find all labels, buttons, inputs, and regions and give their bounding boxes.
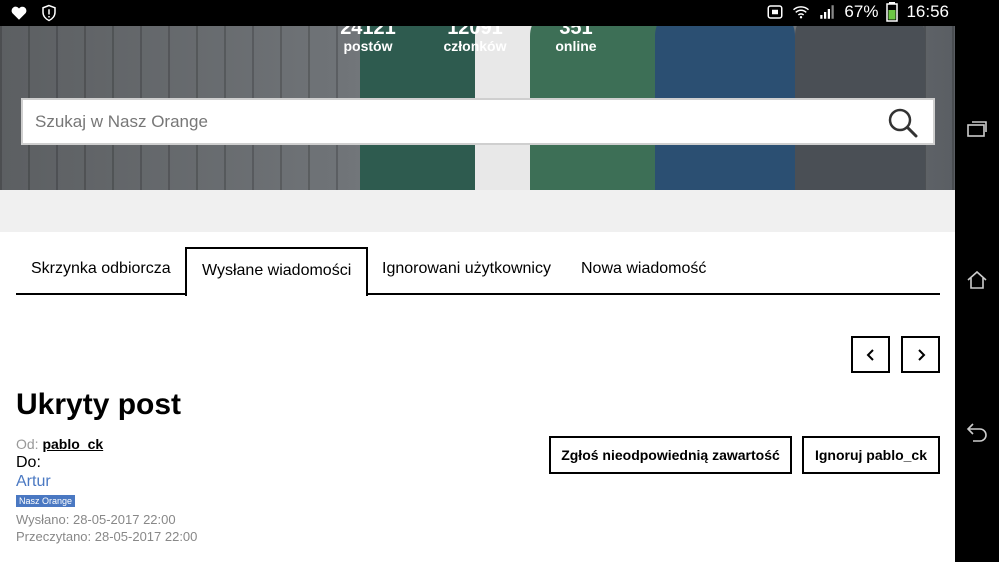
page: 24121 postów 12091 członków 351 online S…	[0, 26, 955, 562]
battery-icon	[886, 2, 899, 22]
home-icon[interactable]	[965, 268, 989, 292]
report-content-button[interactable]: Zgłoś nieodpowiednią zawartość	[549, 436, 792, 474]
heart-icon	[11, 6, 27, 20]
from-user-link[interactable]: pablo_ck	[42, 436, 103, 452]
rank-badge: Nasz Orange	[16, 495, 76, 507]
chevron-right-icon	[917, 348, 925, 361]
message-title: Ukryty post	[16, 388, 182, 421]
hero-banner: 24121 postów 12091 członków 351 online	[0, 26, 955, 190]
tab-inbox[interactable]: Skrzynka odbiorcza	[31, 247, 171, 295]
recent-apps-icon[interactable]	[965, 118, 989, 142]
from-row: Od: pablo_ck	[16, 436, 197, 452]
search-icon[interactable]	[887, 107, 919, 139]
battery-percent: 67%	[844, 2, 879, 21]
chevron-left-icon	[866, 348, 874, 361]
message-tabs: Skrzynka odbiorcza Wysłane wiadomości Ig…	[16, 247, 940, 296]
clock: 16:56	[906, 2, 949, 21]
next-button[interactable]	[901, 336, 940, 373]
stat-online: 351 online	[555, 26, 597, 54]
back-icon[interactable]	[965, 419, 989, 443]
ignore-user-button[interactable]: Ignoruj pablo_ck	[802, 436, 940, 474]
wifi-icon	[793, 6, 810, 19]
read-date: Przeczytano: 28-05-2017 22:00	[16, 529, 198, 544]
status-bar: 67% 16:56	[0, 0, 999, 26]
search-box	[21, 98, 935, 145]
stat-posts: 24121 postów	[340, 26, 396, 54]
navigation-bar	[955, 26, 999, 562]
signal-icon	[820, 5, 835, 19]
to-user-link[interactable]: Artur	[16, 473, 197, 491]
separator-band	[0, 190, 955, 232]
tab-ignored-users[interactable]: Ignorowani użytkownicy	[382, 247, 551, 295]
to-label: Do:	[16, 454, 41, 471]
message-dates: Wysłano: 28-05-2017 22:00 Przeczytano: 2…	[16, 511, 197, 545]
sent-date: Wysłano: 28-05-2017 22:00	[16, 512, 176, 527]
message-meta: Od: pablo_ck Do: Artur Nasz Orange Wysła…	[16, 436, 197, 545]
tab-sent[interactable]: Wysłane wiadomości	[185, 247, 369, 296]
nfc-icon	[767, 5, 783, 19]
from-label: Od:	[16, 436, 39, 452]
search-input[interactable]	[35, 110, 865, 134]
tab-new-message[interactable]: Nowa wiadomość	[581, 247, 706, 295]
stat-members: 12091 członków	[443, 26, 507, 54]
prev-button[interactable]	[851, 336, 890, 373]
shield-alert-icon	[42, 4, 56, 22]
